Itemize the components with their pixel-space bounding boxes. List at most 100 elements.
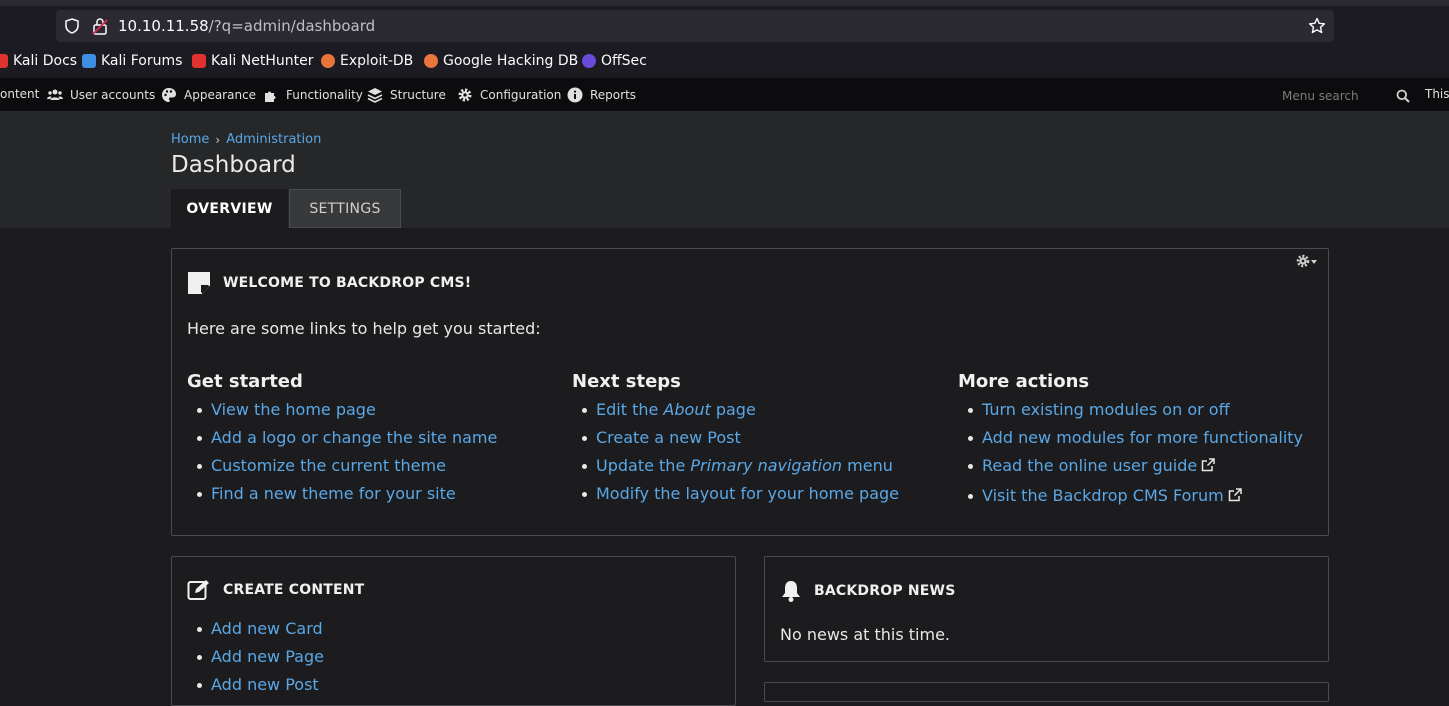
kali-docs-icon (0, 54, 8, 68)
welcome-title: WELCOME TO BACKDROP CMS! (187, 271, 471, 295)
edit-icon (187, 580, 209, 600)
external-link-icon (1202, 458, 1215, 472)
welcome-block: WELCOME TO BACKDROP CMS! Here are some l… (171, 248, 1329, 536)
create-content-block: CREATE CONTENT Add new Card Add new Page… (171, 556, 736, 706)
bookmark-ghdb[interactable]: Google Hacking DB (424, 53, 578, 69)
admin-menu-configuration[interactable]: Configuration (457, 87, 561, 103)
dashboard-block (764, 682, 1329, 702)
url-text[interactable]: 10.10.11.58/?q=admin/dashboard (118, 17, 375, 35)
tab-overview[interactable]: OVERVIEW (171, 189, 288, 228)
link-find-theme[interactable]: Find a new theme for your site (187, 484, 497, 512)
more-actions-column: More actions Turn existing modules on or… (958, 371, 1303, 514)
tab-settings[interactable]: SETTINGS (289, 189, 401, 228)
bookmark-kali-docs[interactable]: Kali Docs (0, 53, 77, 69)
column-heading: Next steps (572, 371, 681, 392)
link-add-post[interactable]: Add new Post (187, 675, 324, 703)
link-user-guide[interactable]: Read the online user guide (958, 456, 1303, 486)
browser-toolbar: 10.10.11.58/?q=admin/dashboard (0, 0, 1449, 46)
admin-menu-this-page[interactable]: This (1425, 87, 1449, 101)
create-content-title-text: CREATE CONTENT (223, 582, 365, 598)
create-content-title: CREATE CONTENT (187, 579, 364, 601)
link-text: Read the online user guide (982, 456, 1198, 475)
link-update-primary-nav[interactable]: Update the Primary navigation menu (572, 456, 899, 484)
page-title: Dashboard (171, 152, 296, 178)
bell-icon (782, 581, 800, 602)
link-text-emphasis: Primary navigation (690, 456, 843, 475)
link-add-page[interactable]: Add new Page (187, 647, 324, 675)
bookmark-star-icon[interactable] (1308, 17, 1326, 35)
insecure-lock-icon[interactable] (92, 17, 108, 35)
bookmark-label: OffSec (601, 53, 647, 69)
block-settings-gear-icon[interactable] (1294, 253, 1320, 269)
admin-menu-content[interactable]: ontent (0, 87, 39, 101)
backdrop-news-block: BACKDROP NEWS No news at this time. (764, 556, 1329, 662)
get-started-column: Get started View the home page Add a log… (187, 371, 497, 512)
link-add-modules[interactable]: Add new modules for more functionality (958, 428, 1303, 456)
exploit-db-icon (321, 54, 335, 68)
link-add-logo[interactable]: Add a logo or change the site name (187, 428, 497, 456)
offsec-icon (582, 54, 596, 68)
breadcrumb-administration[interactable]: Administration (226, 132, 321, 147)
bookmark-label: Exploit-DB (340, 53, 414, 69)
column-heading: Get started (187, 371, 303, 392)
breadcrumb: Home › Administration (171, 132, 321, 147)
link-modify-layout[interactable]: Modify the layout for your home page (572, 484, 899, 512)
tab-strip-edge (0, 0, 1449, 6)
link-customize-theme[interactable]: Customize the current theme (187, 456, 497, 484)
bookmark-kali-forums[interactable]: Kali Forums (82, 53, 182, 69)
bookmark-label: Kali Forums (101, 53, 183, 69)
layers-icon (367, 88, 383, 103)
chevron-right-icon: › (215, 132, 221, 147)
welcome-title-text: WELCOME TO BACKDROP CMS! (223, 275, 472, 291)
link-view-home[interactable]: View the home page (187, 400, 497, 428)
admin-menu-reports[interactable]: Reports (567, 87, 636, 103)
menu-search (1272, 84, 1422, 108)
kali-nethunter-icon (192, 54, 206, 68)
admin-menu-label: Configuration (480, 88, 562, 102)
info-icon (567, 87, 583, 103)
kali-forums-icon (82, 54, 96, 68)
link-turn-modules[interactable]: Turn existing modules on or off (958, 400, 1303, 428)
next-steps-column: Next steps Edit the About page Create a … (572, 371, 899, 512)
bookmark-label: Kali NetHunter (211, 53, 314, 69)
ghdb-icon (424, 54, 438, 68)
search-icon[interactable] (1396, 89, 1410, 103)
link-text: Visit the Backdrop CMS Forum (982, 486, 1224, 505)
link-text: page (710, 400, 756, 419)
news-empty-text: No news at this time. (780, 625, 951, 644)
news-title: BACKDROP NEWS (780, 579, 955, 603)
note-icon (188, 272, 210, 294)
admin-bar: ontent User accounts Appearance Function… (0, 78, 1449, 111)
external-link-icon (1228, 488, 1242, 502)
admin-menu-label: Functionality (286, 88, 363, 102)
bookmark-exploit-db[interactable]: Exploit-DB (321, 53, 413, 69)
link-add-card[interactable]: Add new Card (187, 619, 324, 647)
admin-menu-user-accounts[interactable]: User accounts (47, 87, 155, 103)
link-create-post[interactable]: Create a new Post (572, 428, 899, 456)
gear-icon (458, 88, 472, 102)
link-cms-forum[interactable]: Visit the Backdrop CMS Forum (958, 486, 1303, 514)
link-text: Update the (596, 456, 691, 475)
admin-menu-label: Reports (590, 88, 637, 102)
admin-menu-appearance[interactable]: Appearance (161, 87, 256, 103)
admin-menu-label: Appearance (184, 88, 257, 102)
puzzle-icon (265, 91, 276, 102)
bookmark-offsec[interactable]: OffSec (582, 53, 647, 69)
link-text-emphasis: About (663, 400, 711, 419)
admin-menu-label: ontent (0, 87, 40, 101)
link-edit-about[interactable]: Edit the About page (572, 400, 899, 428)
url-path: /?q=admin/dashboard (208, 17, 376, 35)
admin-menu-structure[interactable]: Structure (367, 87, 446, 103)
address-bar[interactable]: 10.10.11.58/?q=admin/dashboard (56, 10, 1334, 42)
admin-menu-functionality[interactable]: Functionality (263, 87, 363, 103)
breadcrumb-home[interactable]: Home (171, 132, 209, 147)
bookmarks-toolbar: Kali Docs Kali Forums Kali NetHunter Exp… (0, 46, 1449, 78)
admin-menu-label: User accounts (70, 88, 156, 102)
shield-icon[interactable] (64, 18, 80, 34)
url-host: 10.10.11.58 (118, 17, 209, 35)
admin-menu-label: Structure (390, 88, 446, 102)
menu-search-input[interactable] (1272, 84, 1390, 108)
bookmark-label: Google Hacking DB (443, 53, 579, 69)
bookmark-kali-nethunter[interactable]: Kali NetHunter (192, 53, 313, 69)
link-text: Edit the (596, 400, 664, 419)
